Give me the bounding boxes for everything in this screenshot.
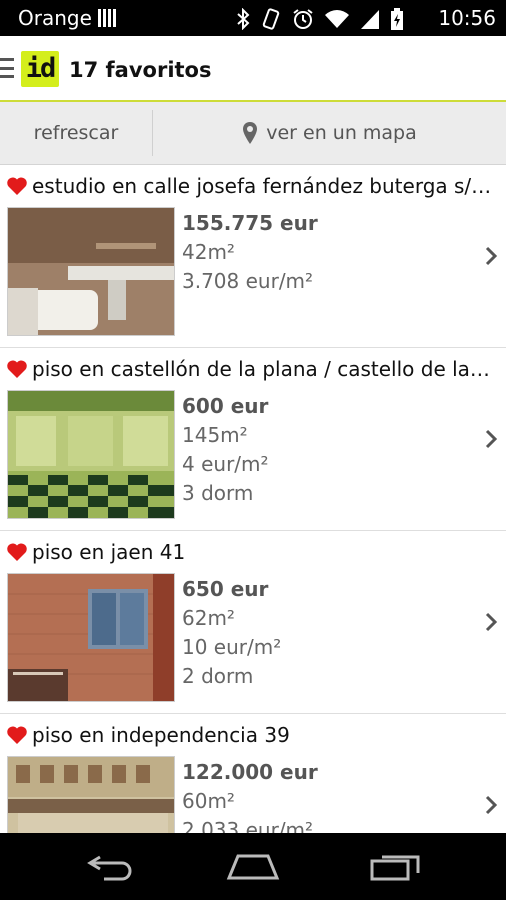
wifi-icon	[325, 10, 349, 28]
chevron-right-icon[interactable]	[484, 611, 498, 633]
back-icon[interactable]	[86, 851, 138, 881]
navigation-bar	[0, 833, 506, 900]
listing-price: 122.000 eur	[182, 760, 318, 784]
listing-title-row: estudio en calle josefa fernández buterg…	[6, 173, 492, 199]
list-item[interactable]: piso en castellón de la plana / castello…	[0, 348, 506, 531]
refresh-button[interactable]: refrescar	[0, 102, 152, 164]
signal-icon	[361, 10, 379, 29]
location-pin-icon	[243, 122, 258, 144]
clock: 10:56	[438, 6, 496, 30]
view-map-label: ver en un mapa	[266, 122, 417, 144]
listing-photo[interactable]	[7, 207, 175, 336]
listing-info: 600 eur 145m² 4 eur/m² 3 dorm	[182, 392, 269, 508]
chevron-right-icon[interactable]	[484, 245, 498, 267]
listing-info: 122.000 eur 60m² 2.033 eur/m²	[182, 758, 318, 833]
listing-price-per-m2: 4 eur/m²	[182, 452, 269, 476]
heart-icon[interactable]	[6, 725, 28, 745]
chevron-right-icon[interactable]	[484, 428, 498, 450]
refresh-label: refrescar	[33, 122, 119, 144]
listing-size: 60m²	[182, 789, 235, 813]
listing-title: piso en jaen 41	[32, 540, 186, 564]
list-item[interactable]: estudio en calle josefa fernández buterg…	[0, 165, 506, 348]
list-item[interactable]: piso en jaen 41 650 eur 62m² 10 eur/m² 2…	[0, 531, 506, 714]
list-item[interactable]: piso en independencia 39 122.000 eur 60m…	[0, 714, 506, 833]
recent-apps-icon[interactable]	[370, 851, 422, 881]
heart-icon[interactable]	[6, 176, 28, 196]
page-title: 17 favoritos	[69, 58, 212, 82]
status-bar: Orange 10:56	[0, 0, 506, 36]
listing-price-per-m2: 3.708 eur/m²	[182, 269, 314, 293]
bluetooth-icon	[237, 8, 250, 30]
menu-icon[interactable]	[0, 58, 14, 78]
sim-card-icon	[98, 9, 116, 27]
view-map-button[interactable]: ver en un mapa	[153, 102, 506, 164]
listing-price-per-m2: 10 eur/m²	[182, 635, 282, 659]
listing-title-row: piso en castellón de la plana / castello…	[6, 356, 492, 382]
listing-size: 42m²	[182, 240, 235, 264]
listing-price: 600 eur	[182, 394, 269, 418]
action-bar: id 17 favoritos	[0, 36, 506, 102]
logo-text: id	[25, 53, 57, 84]
listing-title: piso en castellón de la plana / castello…	[32, 357, 492, 381]
alarm-icon	[293, 9, 313, 29]
listing-rooms: 2 dorm	[182, 664, 254, 688]
toolbar: refrescar ver en un mapa	[0, 102, 506, 165]
listing-info: 155.775 eur 42m² 3.708 eur/m²	[182, 209, 318, 296]
listing-size: 62m²	[182, 606, 235, 630]
app-logo[interactable]: id	[21, 51, 59, 87]
home-icon[interactable]	[226, 851, 280, 881]
listing-title: piso en independencia 39	[32, 723, 290, 747]
carrier-name: Orange	[18, 6, 92, 30]
listing-photo[interactable]	[7, 573, 175, 702]
listing-title-row: piso en jaen 41	[6, 539, 492, 565]
vibrate-icon	[262, 8, 280, 30]
listing-price-per-m2: 2.033 eur/m²	[182, 818, 314, 833]
listing-size: 145m²	[182, 423, 248, 447]
listing-photo[interactable]	[7, 756, 175, 833]
listing-price: 650 eur	[182, 577, 269, 601]
chevron-right-icon[interactable]	[484, 794, 498, 816]
listing-title-row: piso en independencia 39	[6, 722, 492, 748]
listing-photo[interactable]	[7, 390, 175, 519]
listing-rooms: 3 dorm	[182, 481, 254, 505]
battery-icon	[391, 8, 403, 30]
listing-price: 155.775 eur	[182, 211, 318, 235]
heart-icon[interactable]	[6, 359, 28, 379]
status-icons	[236, 7, 404, 31]
favorites-list: estudio en calle josefa fernández buterg…	[0, 165, 506, 833]
listing-title: estudio en calle josefa fernández buterg…	[32, 174, 492, 198]
listing-info: 650 eur 62m² 10 eur/m² 2 dorm	[182, 575, 281, 691]
heart-icon[interactable]	[6, 542, 28, 562]
